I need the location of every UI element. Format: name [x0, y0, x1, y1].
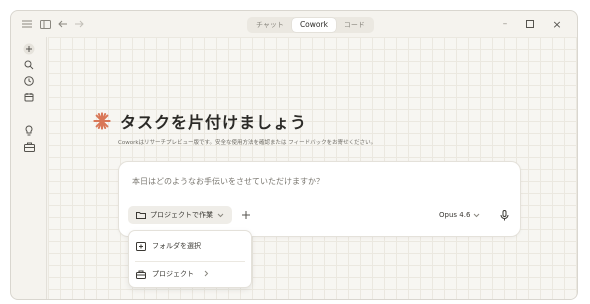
- microphone-button[interactable]: [497, 208, 511, 222]
- model-selector[interactable]: Opus 4.6: [439, 211, 480, 219]
- microphone-icon: [500, 209, 508, 220]
- project-button[interactable]: プロジェクトで作業: [128, 206, 232, 224]
- minimize-button[interactable]: –: [497, 16, 513, 32]
- composer: 本日はどのようなお手伝いをさせていただけますか？ プロジェクトで作業 Opus …: [118, 161, 521, 237]
- calendar-icon[interactable]: [22, 90, 36, 104]
- folder-plus-icon: [136, 241, 146, 251]
- sidebar: [11, 37, 47, 299]
- plus-icon: [242, 211, 250, 219]
- search-icon[interactable]: [22, 58, 36, 72]
- forward-arrow-icon[interactable]: [71, 16, 87, 32]
- menu-item-select-folder[interactable]: フォルダを選択: [136, 237, 201, 255]
- menu-icon[interactable]: [19, 16, 35, 32]
- maximize-button[interactable]: [522, 16, 538, 32]
- chevron-right-icon: [204, 270, 209, 279]
- menu-divider: [135, 261, 245, 262]
- sidebar-toggle-icon[interactable]: [37, 16, 53, 32]
- main-area: タスクを片付けましょう Coworkはリサーチプレビュー版です。安全な使用方法を…: [48, 37, 577, 299]
- mode-tabs: チャット Cowork コード: [247, 17, 374, 33]
- page-title: タスクを片付けましょう: [120, 113, 308, 132]
- plus-icon[interactable]: [22, 42, 36, 56]
- prompt-input[interactable]: 本日はどのようなお手伝いをさせていただけますか？: [132, 176, 324, 187]
- tab-cowork[interactable]: Cowork: [291, 18, 336, 32]
- add-attachment-button[interactable]: [238, 207, 254, 223]
- heading-row: タスクを片付けましょう: [93, 109, 307, 133]
- app-window: チャット Cowork コード – × タスクを片付けましょう Coworkはリ…: [10, 10, 578, 300]
- model-label: Opus 4.6: [439, 211, 471, 219]
- menu-item-label: フォルダを選択: [152, 242, 201, 250]
- title-bar: チャット Cowork コード – ×: [11, 11, 577, 37]
- tab-chat[interactable]: チャット: [248, 18, 292, 32]
- clock-icon[interactable]: [22, 74, 36, 88]
- project-dropdown-menu: フォルダを選択 プロジェクト: [128, 230, 252, 288]
- menu-item-project[interactable]: プロジェクト: [136, 265, 209, 283]
- project-icon: [136, 270, 146, 279]
- claude-spark-icon: [93, 112, 111, 130]
- page-subtitle: Coworkはリサーチプレビュー版です。安全な使用方法を確認または フィードバッ…: [118, 140, 377, 146]
- project-button-label: プロジェクトで作業: [150, 211, 213, 219]
- menu-item-label: プロジェクト: [152, 270, 194, 278]
- chevron-down-icon: [217, 213, 224, 217]
- chevron-down-icon: [474, 213, 480, 217]
- back-arrow-icon[interactable]: [55, 16, 71, 32]
- close-button[interactable]: ×: [549, 16, 565, 32]
- lightbulb-icon[interactable]: [22, 123, 36, 137]
- briefcase-icon[interactable]: [22, 140, 36, 154]
- folder-icon: [136, 212, 146, 219]
- tab-code[interactable]: コード: [336, 18, 373, 32]
